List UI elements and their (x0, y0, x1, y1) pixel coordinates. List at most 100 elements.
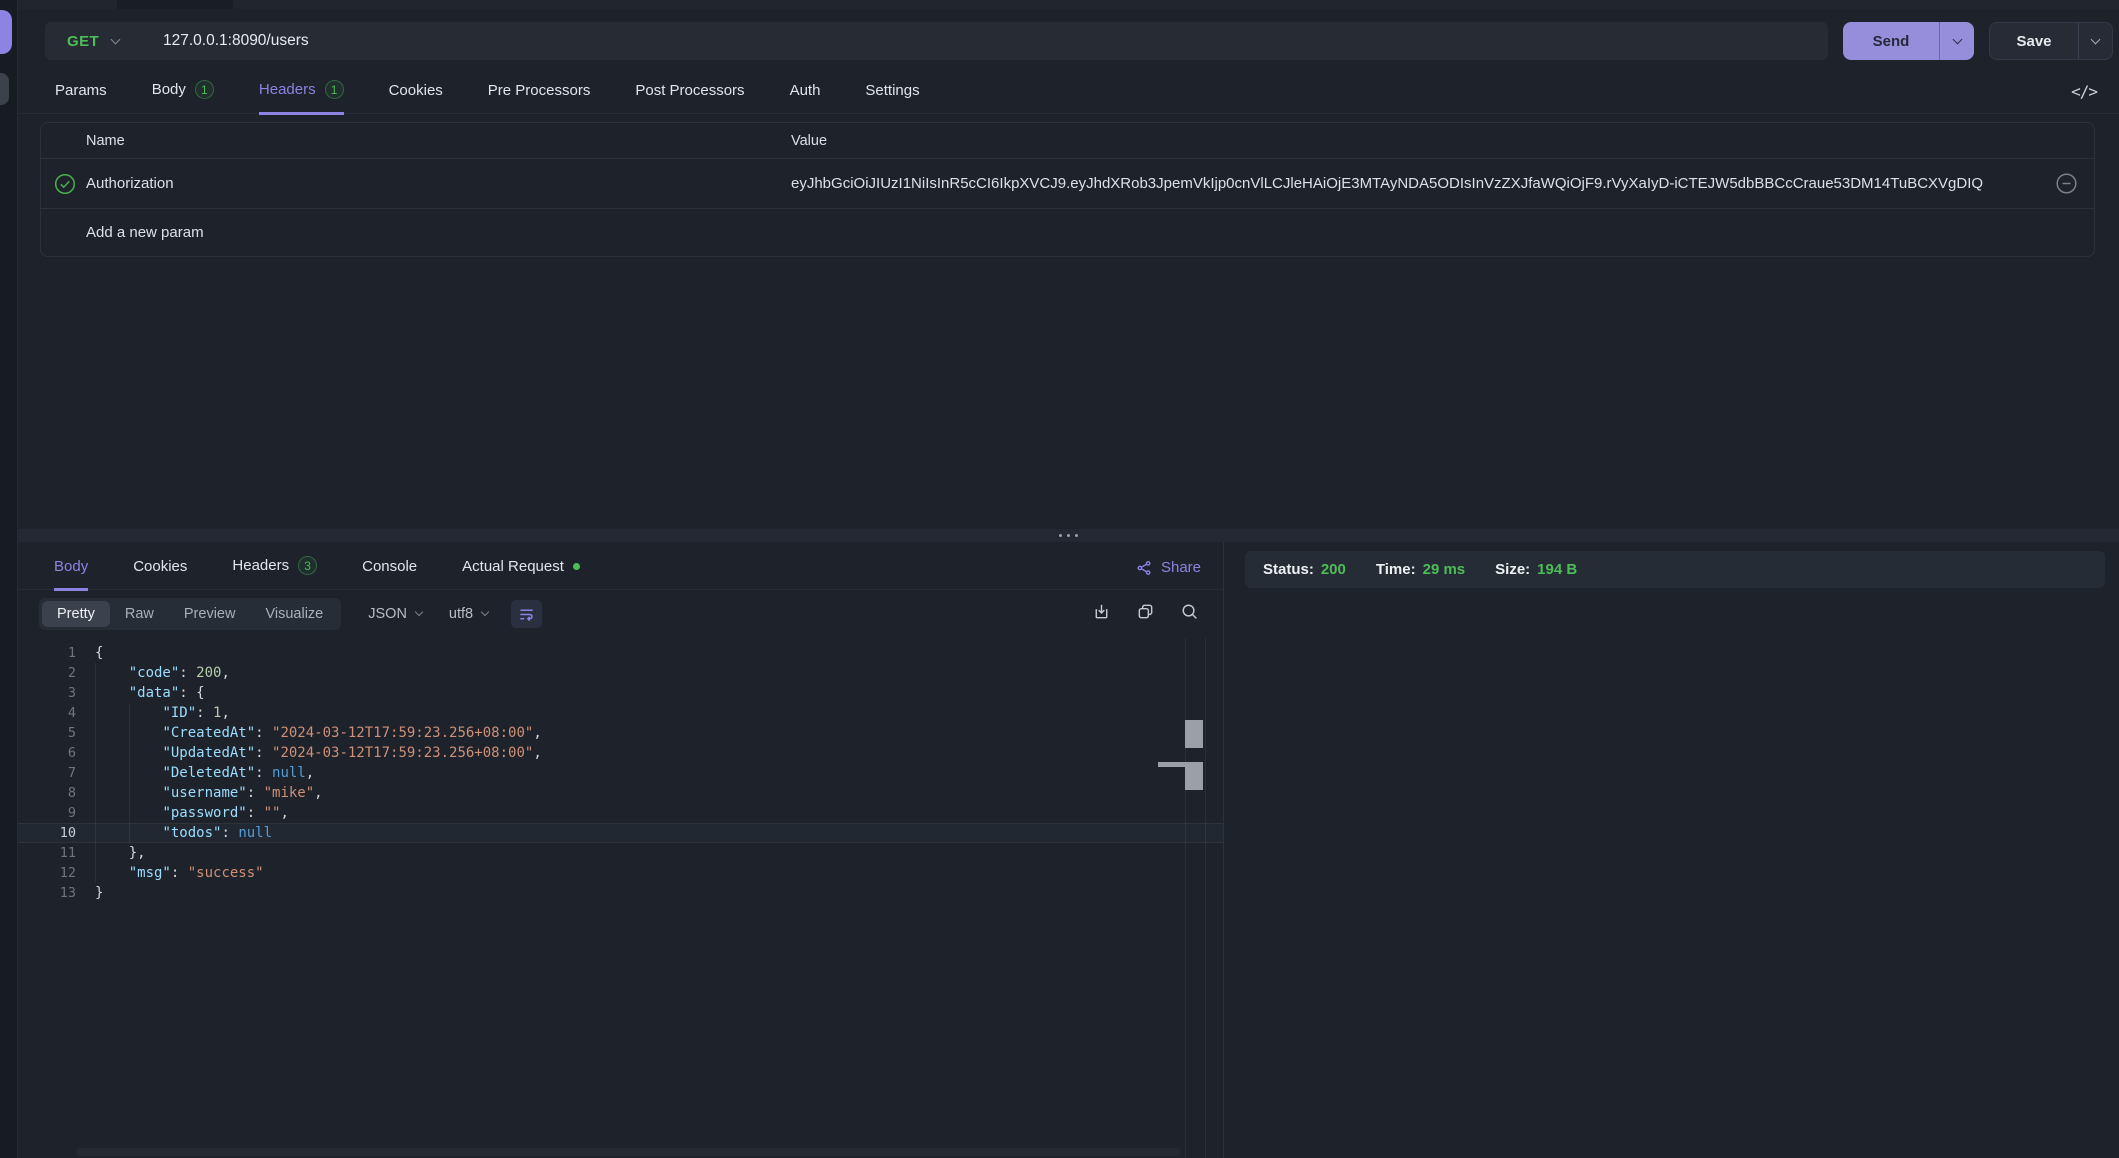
view-mode-preview[interactable]: Preview (169, 601, 251, 627)
line-number: 12 (18, 863, 76, 883)
method-select[interactable]: GET (67, 33, 163, 50)
tab-label: Auth (790, 82, 821, 99)
count-badge: 1 (325, 80, 344, 99)
chevron-down-icon (111, 34, 121, 44)
request-tab-body[interactable]: Body1 (152, 80, 214, 115)
code-content: "DeletedAt": null, (95, 763, 314, 783)
save-options-button[interactable] (2078, 23, 2112, 59)
request-tab-headers[interactable]: Headers1 (259, 80, 344, 115)
encoding-select[interactable]: utf8 (449, 606, 488, 622)
indent-guide (95, 863, 96, 883)
save-button[interactable]: Save (1990, 23, 2078, 59)
share-button[interactable]: Share (1136, 559, 1201, 576)
pane-splitter[interactable] (18, 529, 2119, 542)
code-content: { (95, 643, 103, 663)
generate-code-icon[interactable]: </> (2071, 82, 2097, 101)
param-name[interactable]: Authorization (86, 175, 791, 192)
word-wrap-toggle[interactable] (511, 600, 542, 628)
code-line-5: 5 "CreatedAt": "2024-03-12T17:59:23.256+… (18, 723, 1223, 743)
indent-guide (129, 723, 130, 743)
indent-guide (95, 763, 96, 783)
response-tab-console[interactable]: Console (362, 558, 417, 591)
response-tabs: Body Cookies Headers3 Console Actual Request… (18, 542, 1223, 590)
request-tab-post-processors[interactable]: Post Processors (635, 82, 744, 115)
param-value[interactable]: eyJhbGciOiJIUzI1NiIsInR5cCI6IkpXVCJ9.eyJ… (791, 175, 2038, 192)
count-badge: 1 (195, 80, 214, 99)
copy-response-button[interactable] (1136, 602, 1155, 621)
line-number: 1 (18, 643, 76, 663)
code-content: "UpdatedAt": "2024-03-12T17:59:23.256+08… (95, 743, 542, 763)
view-mode-visualize[interactable]: Visualize (250, 601, 338, 627)
download-response-button[interactable] (1092, 602, 1111, 621)
line-number: 3 (18, 683, 76, 703)
tab-bar-gap (117, 0, 233, 9)
indent-guide (95, 843, 96, 863)
download-icon (1092, 602, 1111, 621)
headers-table: Name Value Authorization eyJhbGciOiJIUzI… (40, 122, 2095, 257)
check-circle-icon (54, 173, 76, 195)
language-select[interactable]: JSON (368, 606, 422, 622)
indent-guide (95, 683, 96, 703)
collapsed-sidebar (0, 0, 18, 1158)
view-mode-raw[interactable]: Raw (110, 601, 169, 627)
code-content: } (95, 883, 103, 903)
code-line-10: 10 "todos": null (18, 823, 1223, 843)
method-label: GET (67, 33, 99, 50)
code-content: "data": { (95, 683, 205, 703)
add-param-row[interactable]: Add a new param (41, 208, 2094, 256)
tab-label: Body (54, 558, 88, 575)
line-number: 9 (18, 803, 76, 823)
window-top-edge (18, 0, 2119, 9)
tab-label: Post Processors (635, 82, 744, 99)
url-input[interactable] (163, 32, 1812, 50)
request-tab-settings[interactable]: Settings (865, 82, 919, 115)
indent-guide (129, 743, 130, 763)
horizontal-scrollbar[interactable] (76, 1148, 1181, 1156)
indent-guide (95, 663, 96, 683)
response-tab-actual-request[interactable]: Actual Request (462, 558, 580, 591)
chevron-down-icon (2091, 34, 2101, 44)
url-row: GET Send Save (18, 9, 2119, 70)
count-badge: 3 (298, 556, 317, 575)
response-size: Size: 194 B (1495, 561, 1577, 578)
response-tab-cookies[interactable]: Cookies (133, 558, 187, 591)
send-options-button[interactable] (1939, 22, 1974, 60)
add-param-label: Add a new param (86, 224, 791, 241)
indent-guide (95, 783, 96, 803)
request-tab-cookies[interactable]: Cookies (389, 82, 443, 115)
indent-guide (129, 803, 130, 823)
code-content: "code": 200, (95, 663, 230, 683)
line-number: 11 (18, 843, 76, 863)
request-pane-empty-space (18, 257, 2119, 529)
request-tab-pre-processors[interactable]: Pre Processors (488, 82, 591, 115)
line-number: 10 (18, 823, 76, 843)
response-body-editor[interactable]: 1{2 "code": 200,3 "data": {4 "ID": 1,5 "… (18, 638, 1223, 1158)
code-line-4: 4 "ID": 1, (18, 703, 1223, 723)
code-line-6: 6 "UpdatedAt": "2024-03-12T17:59:23.256+… (18, 743, 1223, 763)
param-enabled-checkbox[interactable] (41, 173, 86, 195)
url-bar: GET (45, 22, 1828, 60)
code-line-1: 1{ (18, 643, 1223, 663)
code-content: "msg": "success" (95, 863, 264, 883)
code-line-3: 3 "data": { (18, 683, 1223, 703)
response-toolbar: PrettyRawPreviewVisualize JSON utf8 (18, 590, 1223, 638)
send-split-button: Send (1843, 22, 1974, 60)
indent-guide (95, 703, 96, 723)
word-wrap-icon (518, 606, 535, 623)
indent-guide (95, 803, 96, 823)
code-content: "CreatedAt": "2024-03-12T17:59:23.256+08… (95, 723, 542, 743)
search-response-button[interactable] (1180, 602, 1199, 621)
request-response-pane: GET Send Save ParamsBody1Headers1Cookies… (18, 9, 2119, 1158)
request-tab-params[interactable]: Params (55, 82, 107, 115)
response-tab-headers[interactable]: Headers3 (232, 556, 317, 591)
response-tab-body[interactable]: Body (54, 558, 88, 591)
send-button[interactable]: Send (1843, 22, 1939, 60)
request-tab-auth[interactable]: Auth (790, 82, 821, 115)
sidebar-handle[interactable] (0, 73, 9, 105)
view-mode-pretty[interactable]: Pretty (42, 601, 110, 627)
value-column-header: Value (791, 133, 2038, 149)
remove-param-button[interactable] (2038, 172, 2094, 195)
name-column-header: Name (86, 133, 791, 149)
sidebar-active-handle[interactable] (0, 10, 12, 54)
code-line-7: 7 "DeletedAt": null, (18, 763, 1223, 783)
